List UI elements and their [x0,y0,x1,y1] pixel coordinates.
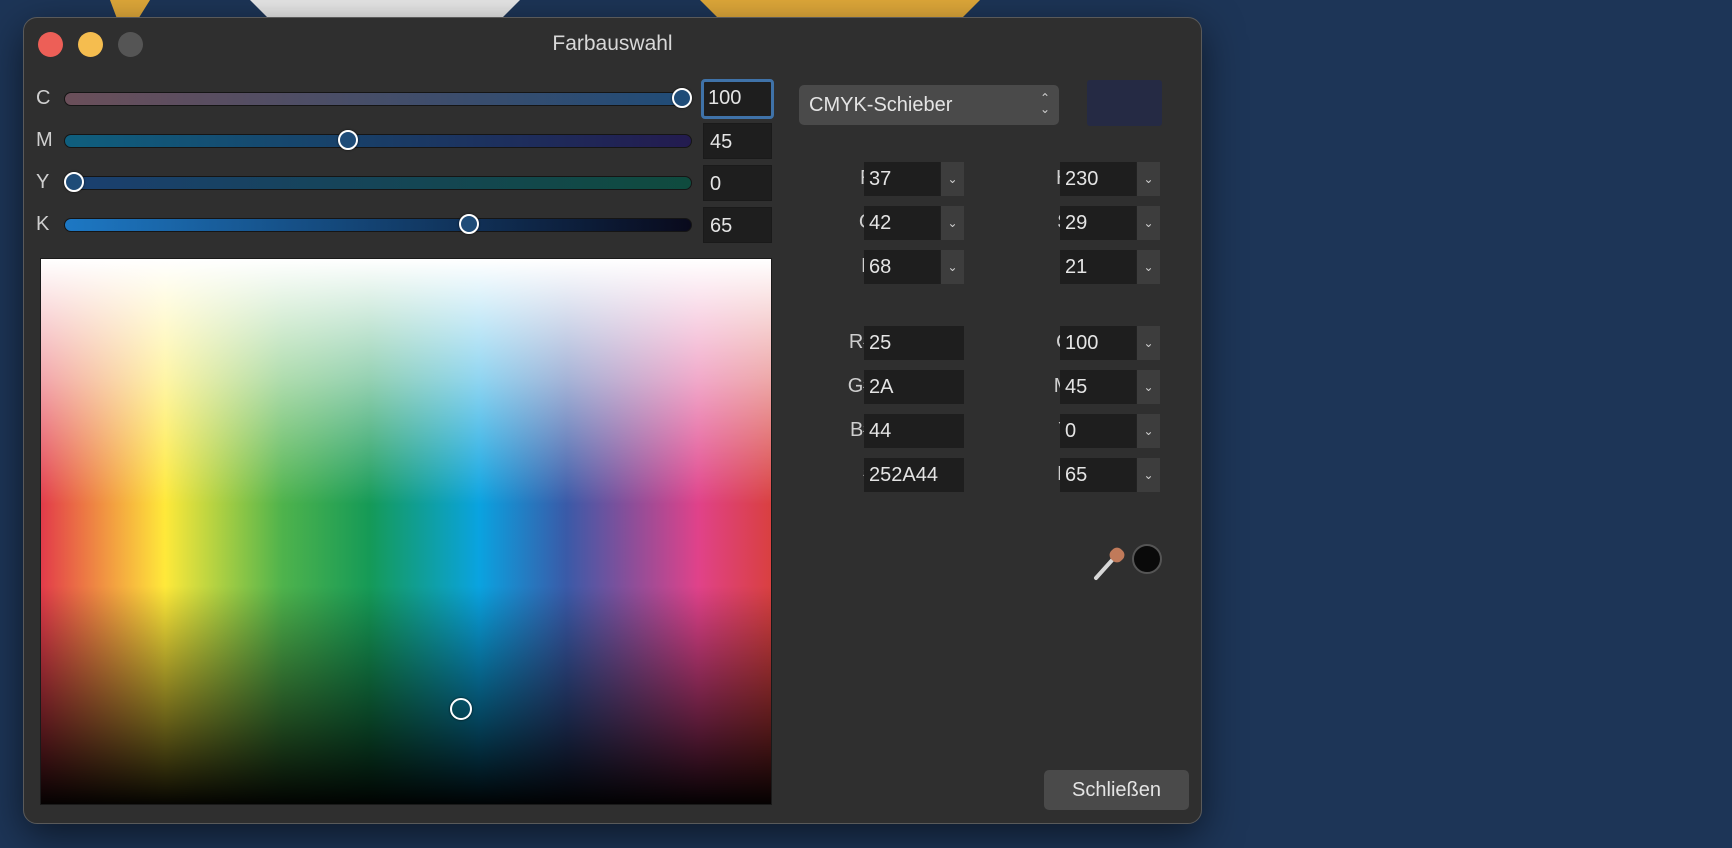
color-picker-window: Farbauswahl C 100 M 45 Y 0 K 65 CMYK-Sch… [23,17,1202,824]
ghex-field[interactable]: 2A [864,370,964,404]
b-dropdown[interactable]: ⌄ [940,250,964,284]
c-dropdown[interactable]: ⌄ [1136,326,1160,360]
m-dropdown[interactable]: ⌄ [1136,370,1160,404]
k-field[interactable]: 65 [1060,458,1136,492]
slider-label-c: C [36,87,51,109]
slider-value-y[interactable]: 0 [703,165,772,201]
g-dropdown[interactable]: ⌄ [940,206,964,240]
chevron-down-icon: ⌄ [1143,424,1154,438]
r-field[interactable]: 37 [864,162,940,196]
b-field[interactable]: 68 [864,250,940,284]
s-dropdown[interactable]: ⌄ [1136,206,1160,240]
slider-value-k[interactable]: 65 [703,207,772,243]
y-field[interactable]: 0 [1060,414,1136,448]
slider-thumb-m[interactable] [337,130,358,150]
eyedropper-icon[interactable] [1092,542,1130,582]
chevron-down-icon: ⌄ [1143,380,1154,394]
c-field[interactable]: 100 [1060,326,1136,360]
h-dropdown[interactable]: ⌄ [1136,162,1160,196]
close-button[interactable]: Schließen [1044,770,1189,810]
chevron-updown-icon: ⌃ ⌄ [1039,91,1050,116]
h-field[interactable]: 230 [1060,162,1136,196]
mode-select-value: CMYK-Schieber [809,94,953,116]
rhex-field[interactable]: 25 [864,326,964,360]
spectrum-picker-handle[interactable] [450,698,472,720]
slider-thumb-y[interactable] [64,172,84,192]
current-color-swatch [1087,80,1162,126]
slider-label-m: M [36,129,53,151]
m-field[interactable]: 45 [1060,370,1136,404]
slider-label-k: K [36,213,50,235]
slider-row-k: K 65 [24,207,784,243]
chevron-down-icon: ⌄ [947,172,958,186]
chevron-down-icon: ⌄ [1143,260,1154,274]
chevron-down-icon: ⌄ [1143,336,1154,350]
slider-row-c: C 100 [24,79,784,119]
bhex-field[interactable]: 44 [864,414,964,448]
slider-thumb-c[interactable] [672,88,692,108]
window-title: Farbauswahl [552,32,673,55]
chevron-down-icon: ⌄ [1143,216,1154,230]
slider-track-k[interactable] [64,218,692,232]
slider-row-m: M 45 [24,123,784,159]
l-field[interactable]: 21 [1060,250,1136,284]
chevron-down-icon: ⌄ [947,216,958,230]
slider-value-m[interactable]: 45 [703,123,772,159]
s-field[interactable]: 29 [1060,206,1136,240]
slider-track-m[interactable] [64,134,692,148]
slider-label-y: Y [36,171,50,193]
slider-track-c[interactable] [64,92,692,106]
l-dropdown[interactable]: ⌄ [1136,250,1160,284]
g-field[interactable]: 42 [864,206,940,240]
color-spectrum[interactable] [40,258,772,805]
hex-field[interactable]: 252A44 [864,458,964,492]
chevron-down-icon: ⌄ [947,260,958,274]
k-dropdown[interactable]: ⌄ [1136,458,1160,492]
eyedropper-color-indicator [1132,544,1162,574]
chevron-down-icon: ⌄ [1143,468,1154,482]
r-dropdown[interactable]: ⌄ [940,162,964,196]
slider-row-y: Y 0 [24,165,784,201]
y-dropdown[interactable]: ⌄ [1136,414,1160,448]
chevron-down-icon: ⌄ [1143,172,1154,186]
slider-value-c[interactable]: 100 [701,79,774,119]
slider-track-y[interactable] [64,176,692,190]
mode-select[interactable]: CMYK-Schieber ⌃ ⌄ [799,85,1059,125]
